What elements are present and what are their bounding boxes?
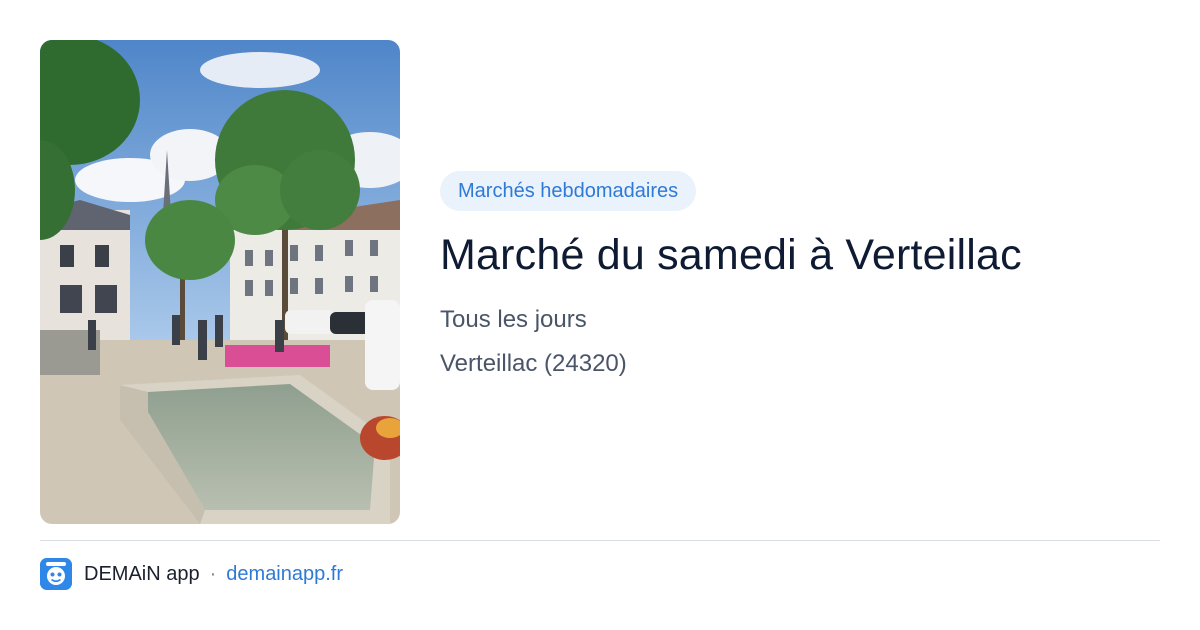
event-title: Marché du samedi à Verteillac: [440, 231, 1022, 279]
footer-separator: ·: [209, 562, 217, 585]
market-photo-illustration: [40, 40, 400, 524]
event-details: Marchés hebdomadaires Marché du samedi à…: [440, 171, 1160, 380]
footer: DEMAiN app · demainapp.fr: [40, 558, 343, 590]
app-logo-icon: [40, 558, 72, 590]
category-badge[interactable]: Marchés hebdomadaires: [440, 171, 697, 211]
event-location: Verteillac (24320): [440, 350, 627, 377]
market-photo: [40, 40, 400, 524]
app-name: DEMAiN app: [84, 562, 200, 585]
site-link[interactable]: demainapp.fr: [226, 563, 343, 586]
footer-divider: [40, 540, 1160, 541]
event-schedule: Tous les jours: [440, 306, 587, 333]
